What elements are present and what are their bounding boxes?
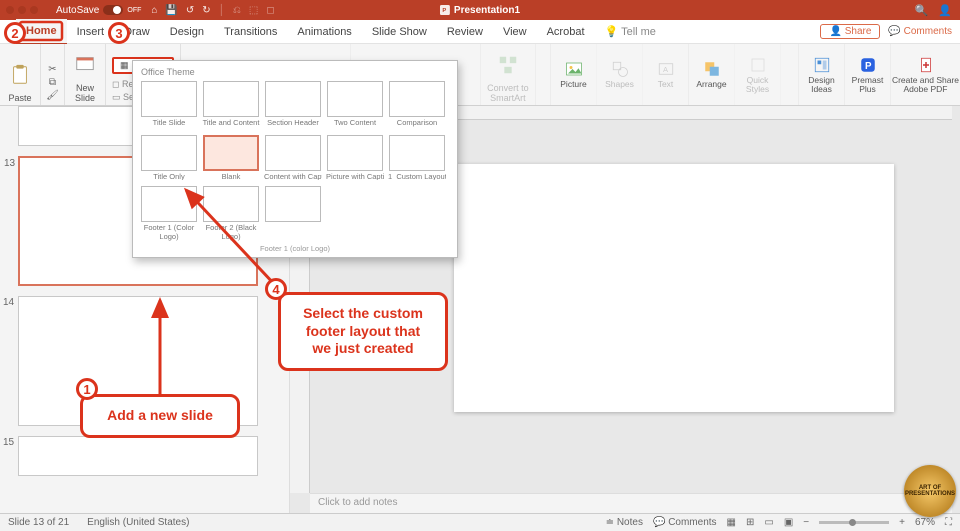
- qa-icon[interactable]: ⬚: [249, 5, 258, 16]
- picture-button[interactable]: Picture: [550, 44, 596, 105]
- layout-title-content[interactable]: Title and Content: [203, 81, 259, 127]
- comments-toggle[interactable]: 💬 Comments: [653, 517, 717, 528]
- svg-text:A: A: [663, 65, 668, 74]
- layout-footer-3[interactable]: [265, 186, 321, 222]
- tab-acrobat[interactable]: Acrobat: [537, 20, 595, 44]
- tab-slideshow[interactable]: Slide Show: [362, 20, 437, 44]
- tab-review[interactable]: Review: [437, 20, 493, 44]
- layout-content-caption[interactable]: Content with Caption: [265, 135, 321, 181]
- tab-transitions[interactable]: Transitions: [214, 20, 287, 44]
- format-painter-icon[interactable]: 🖌: [46, 90, 59, 101]
- shapes-button[interactable]: Shapes: [596, 44, 642, 105]
- notes-pane[interactable]: Click to add notes: [310, 493, 952, 513]
- paste-group: Paste: [0, 44, 41, 105]
- gallery-footer-item[interactable]: Footer 1 (color Logo): [141, 242, 449, 253]
- notes-toggle[interactable]: ≐ Notes: [606, 517, 643, 528]
- search-global-icon[interactable]: 🔍: [915, 4, 929, 17]
- smartart-group: Convert to SmartArt: [481, 44, 536, 105]
- titlebar: AutoSave OFF ⌂ 💾 ↺ ↻ │ ⎌ ⬚ ◻ P Presentat…: [0, 0, 960, 20]
- user-icon[interactable]: 👤: [938, 4, 952, 17]
- window-controls[interactable]: [6, 6, 38, 14]
- tab-view[interactable]: View: [493, 20, 537, 44]
- autosave-label: AutoSave: [56, 5, 99, 16]
- shape-fill-tools[interactable]: [780, 44, 798, 105]
- layout-footer-2[interactable]: [203, 186, 259, 222]
- view-sorter-icon[interactable]: ⊞: [746, 517, 754, 528]
- zoom-dot[interactable]: [30, 6, 38, 14]
- annotation-3: 3: [108, 22, 130, 44]
- home-icon[interactable]: ⌂: [151, 5, 157, 16]
- status-bar: Slide 13 of 21 English (United States) ≐…: [0, 513, 960, 531]
- tab-insert[interactable]: Insert: [67, 20, 115, 44]
- view-normal-icon[interactable]: ▦: [727, 517, 736, 528]
- copy-icon[interactable]: ⧉: [49, 77, 56, 88]
- new-slide-button[interactable]: [71, 49, 99, 81]
- layout-blank[interactable]: Blank: [203, 135, 259, 181]
- app-icon: P: [440, 5, 450, 15]
- ribbon-tabs: Home Insert Draw Design Transitions Anim…: [0, 20, 960, 44]
- redo-icon[interactable]: ↻: [202, 5, 210, 16]
- view-reading-icon[interactable]: ▭: [764, 517, 773, 528]
- annotation-box-1: Add a new slide: [80, 394, 240, 438]
- premast-button[interactable]: PPremast Plus: [844, 44, 890, 105]
- adobe-pdf-button[interactable]: Create and Share Adobe PDF: [890, 44, 960, 105]
- annotation-1: 1: [76, 378, 98, 400]
- zoom-out-icon[interactable]: −: [803, 517, 809, 528]
- svg-text:P: P: [865, 61, 872, 72]
- layout-gallery[interactable]: Office Theme Title Slide Title and Conte…: [132, 60, 458, 258]
- annotation-2: 2: [4, 22, 26, 44]
- layout-two-content[interactable]: Two Content: [327, 81, 383, 127]
- zoom-in-icon[interactable]: +: [899, 517, 905, 528]
- layout-footer-1[interactable]: [141, 186, 197, 222]
- language[interactable]: English (United States): [87, 517, 189, 528]
- quick-access-toolbar: ⌂ 💾 ↺ ↻ │ ⎌ ⬚ ◻: [151, 5, 274, 16]
- annotation-box-2: Select the custom footer layout that we …: [278, 292, 448, 371]
- layout-custom[interactable]: 1_Custom Layout: [389, 135, 445, 181]
- qa-icon[interactable]: ⎌: [233, 5, 241, 16]
- save-icon[interactable]: 💾: [165, 5, 177, 16]
- paste-button[interactable]: [6, 59, 34, 91]
- slide-counter: Slide 13 of 21: [8, 517, 69, 528]
- slide-thumb[interactable]: 15: [18, 436, 258, 476]
- design-ideas-button[interactable]: Design Ideas: [798, 44, 844, 105]
- zoom-slider[interactable]: [819, 521, 889, 524]
- watermark-logo: ART OF PRESENTATIONS: [904, 465, 956, 517]
- layout-comparison[interactable]: Comparison: [389, 81, 445, 127]
- min-dot[interactable]: [18, 6, 26, 14]
- gallery-header: Office Theme: [141, 67, 449, 77]
- clipboard-tools: ✂︎ ⧉ 🖌: [41, 44, 65, 105]
- layout-section-header[interactable]: Section Header: [265, 81, 321, 127]
- zoom-value[interactable]: 67%: [915, 517, 935, 528]
- arrange-button[interactable]: Arrange: [688, 44, 734, 105]
- autosave-state: OFF: [127, 7, 141, 14]
- tell-me[interactable]: 💡 Tell me: [595, 20, 666, 44]
- document-title: P Presentation1: [440, 5, 520, 16]
- undo-icon[interactable]: ↺: [186, 5, 194, 16]
- layout-picture-caption[interactable]: Picture with Caption: [327, 135, 383, 181]
- qa-icon[interactable]: ◻: [266, 5, 274, 16]
- layout-title-slide[interactable]: Title Slide: [141, 81, 197, 127]
- close-dot[interactable]: [6, 6, 14, 14]
- view-slideshow-icon[interactable]: ▣: [784, 517, 793, 528]
- layout-title-only[interactable]: Title Only: [141, 135, 197, 181]
- cut-icon[interactable]: ✂︎: [48, 64, 56, 75]
- svg-text:P: P: [442, 8, 446, 14]
- slide-canvas[interactable]: [454, 164, 894, 412]
- quick-styles-button[interactable]: Quick Styles: [734, 44, 780, 105]
- annotation-4: 4: [265, 278, 287, 300]
- tab-animations[interactable]: Animations: [287, 20, 361, 44]
- ribbon-body: Paste ✂︎ ⧉ 🖌 New Slide ▦ Layout ▾ ◻ Rese…: [0, 44, 960, 106]
- tab-design[interactable]: Design: [160, 20, 214, 44]
- comments-button[interactable]: 💬 Comments: [888, 26, 952, 37]
- autosave-switch[interactable]: [103, 5, 123, 15]
- new-slide-group: New Slide: [65, 44, 106, 105]
- autosave-toggle[interactable]: AutoSave OFF: [56, 5, 141, 16]
- textbox-button[interactable]: AText: [642, 44, 688, 105]
- fit-icon[interactable]: ⛶: [945, 517, 952, 528]
- share-button[interactable]: 👤 Share: [820, 24, 880, 39]
